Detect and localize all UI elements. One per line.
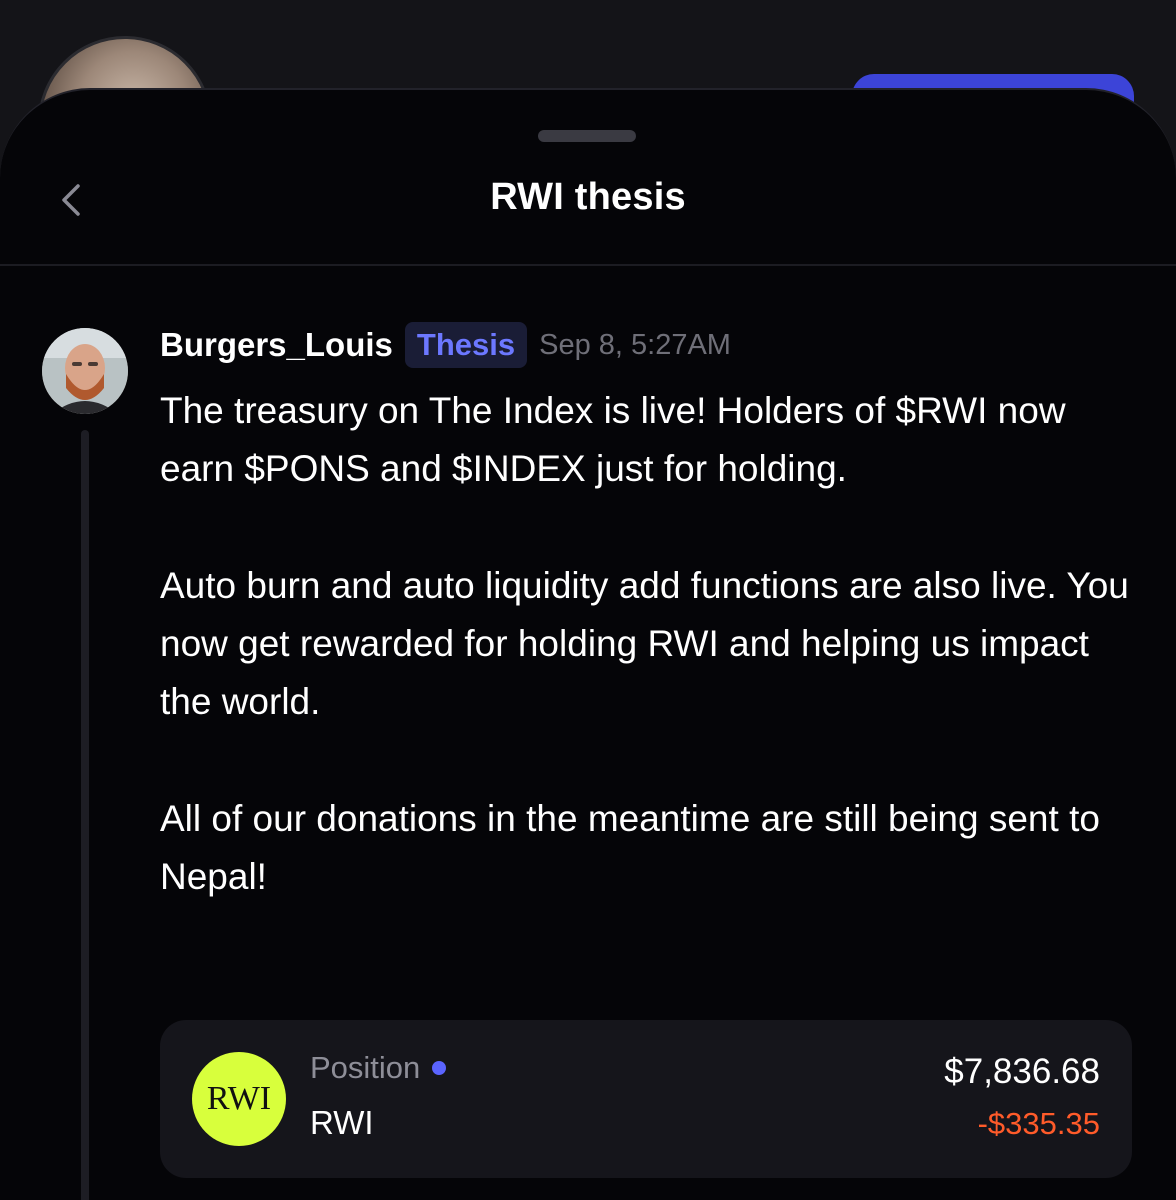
position-value: $7,836.68 [944, 1052, 1100, 1091]
rwi-token-logo: RWI [192, 1052, 286, 1146]
position-ticker: RWI [310, 1104, 374, 1141]
post-paragraph: Auto burn and auto liquidity add functio… [160, 565, 1129, 722]
post-paragraph: All of our donations in the meantime are… [160, 798, 1100, 897]
author-name[interactable]: Burgers_Louis [160, 326, 393, 364]
thread-line [81, 430, 89, 1200]
author-avatar[interactable] [42, 328, 128, 414]
post-paragraph: The treasury on The Index is live! Holde… [160, 390, 1066, 489]
post-body: The treasury on The Index is live! Holde… [160, 382, 1140, 965]
post-meta: Burgers_Louis Thesis Sep 8, 5:27AM [160, 320, 731, 370]
page-title: RWI thesis [490, 176, 686, 218]
thesis-tag-badge: Thesis [404, 322, 528, 368]
avatar-image [42, 328, 128, 414]
status-dot-icon [432, 1061, 447, 1075]
position-label: Position [310, 1050, 421, 1085]
post-timestamp: Sep 8, 5:27AM [539, 328, 731, 361]
position-card[interactable]: RWI Position RWI $7,836.68 -$335.35 [160, 1020, 1132, 1178]
position-label-row: Position [310, 1050, 447, 1086]
position-change: -$335.35 [977, 1106, 1100, 1141]
bottom-sheet: RWI thesis Burgers_Louis Thesis Sep 8, 5… [0, 88, 1176, 1200]
sheet-header: RWI thesis [0, 160, 1176, 266]
sheet-grabber-handle[interactable] [538, 130, 636, 142]
